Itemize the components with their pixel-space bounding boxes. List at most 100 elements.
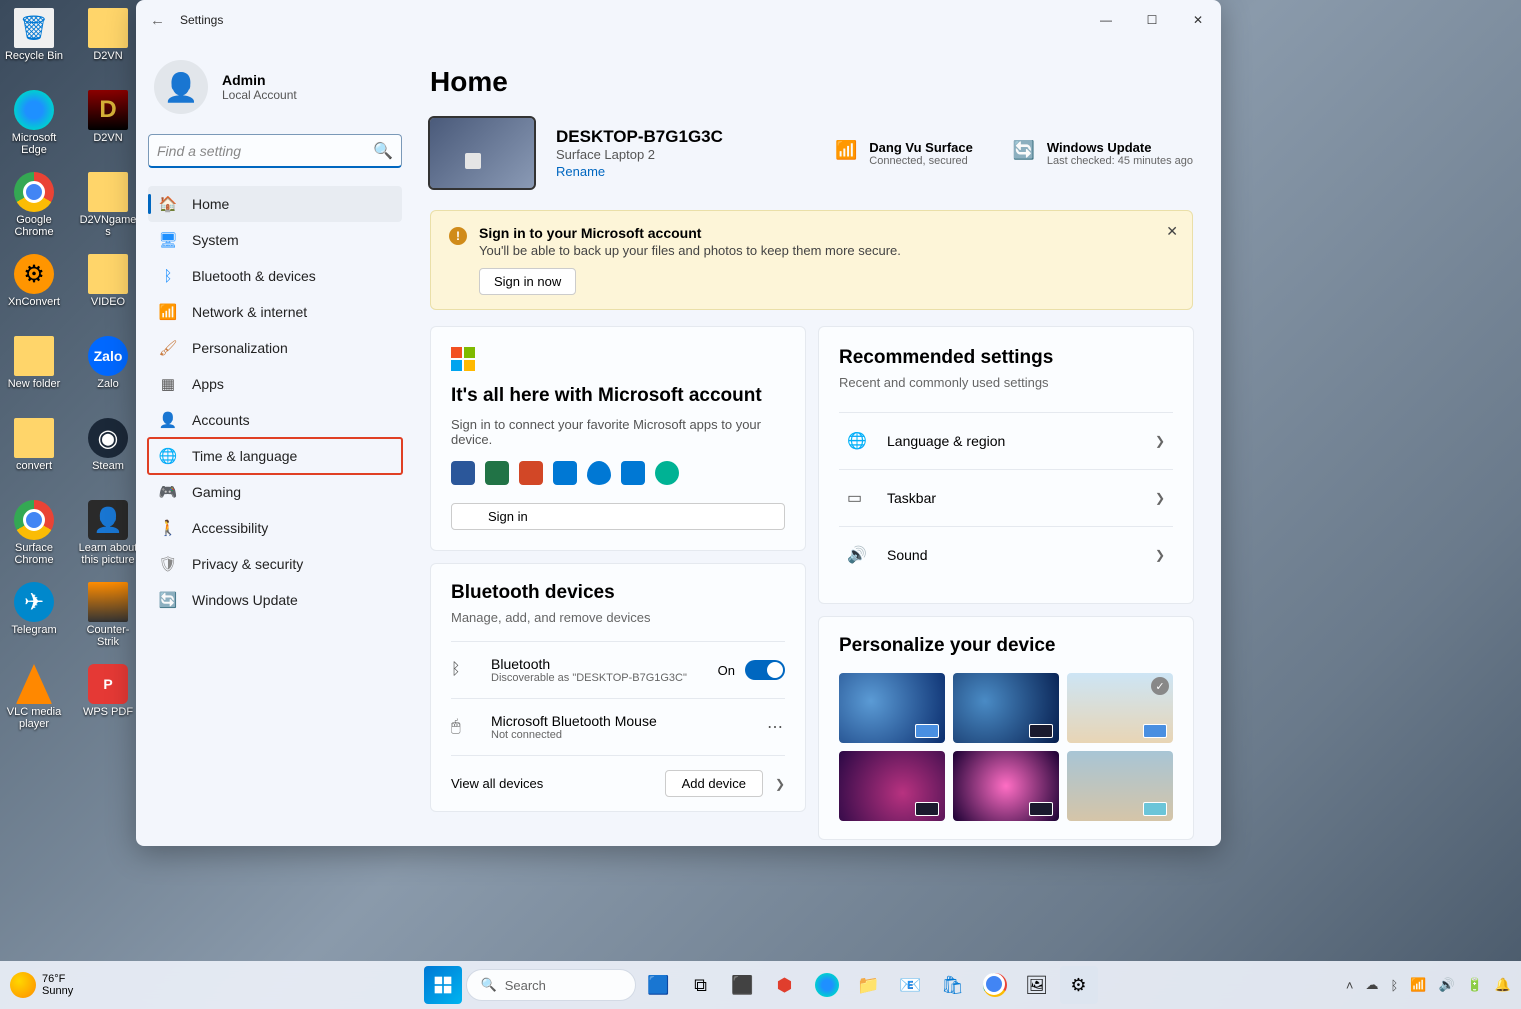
theme-option-4[interactable] <box>839 751 945 821</box>
update-status[interactable]: 🔄 Windows UpdateLast checked: 45 minutes… <box>1013 140 1193 167</box>
theme-option-1[interactable] <box>839 673 945 743</box>
folder-icon <box>14 336 54 376</box>
rec-item-language[interactable]: 🌐Language & region❯ <box>839 412 1173 469</box>
desktop-icon-newfolder[interactable]: New folder <box>0 332 68 414</box>
rename-link[interactable]: Rename <box>556 164 723 179</box>
desktop-icon-recycle-bin[interactable]: 🗑Recycle Bin <box>0 4 68 86</box>
tray-chevron-icon[interactable]: ˄ <box>1346 978 1354 993</box>
signin-button[interactable]: Sign in <box>451 503 785 530</box>
user-block[interactable]: 👤 Admin Local Account <box>148 50 402 134</box>
page-title: Home <box>430 66 1193 98</box>
theme-option-2[interactable] <box>953 673 1059 743</box>
edge-icon <box>815 973 839 997</box>
taskbar-app-chrome[interactable] <box>976 966 1014 1004</box>
tray-notification-icon[interactable]: 🔔 <box>1495 977 1511 993</box>
rec-item-sound[interactable]: 🔊Sound❯ <box>839 526 1173 583</box>
spotlight-icon: 👤 <box>88 500 128 540</box>
bt-footer: View all devices Add device ❯ <box>451 755 785 811</box>
rec-title: Recommended settings <box>839 347 1173 369</box>
bluetooth-icon: ᛒ <box>451 661 473 679</box>
nav-accessibility[interactable]: 🚶Accessibility <box>148 510 402 546</box>
nav-privacy[interactable]: 🛡Privacy & security <box>148 546 402 582</box>
search-box[interactable]: 🔍 <box>148 134 402 168</box>
tray-cloud-icon[interactable]: ☁ <box>1365 977 1378 993</box>
rec-item-taskbar[interactable]: ▭Taskbar❯ <box>839 469 1173 526</box>
taskbar-app-store[interactable]: 🛍 <box>934 966 972 1004</box>
desktop-icon-edge[interactable]: Microsoft Edge <box>0 86 68 168</box>
close-button[interactable]: ✕ <box>1175 4 1221 36</box>
add-device-button[interactable]: Add device <box>665 770 763 797</box>
chrome-icon <box>14 172 54 212</box>
nav-apps[interactable]: ▦Apps <box>148 366 402 402</box>
brush-icon: 🖌 <box>158 338 178 358</box>
theme-option-3[interactable]: ✓ <box>1067 673 1173 743</box>
theme-option-5[interactable] <box>953 751 1059 821</box>
accessibility-icon: 🚶 <box>158 518 178 538</box>
taskbar-app-office[interactable]: ⬢ <box>766 966 804 1004</box>
desktop-icon-surface-chrome[interactable]: Surface Chrome <box>0 496 68 578</box>
minimize-button[interactable]: — <box>1083 4 1129 36</box>
desktop-icon-telegram[interactable]: ✈Telegram <box>0 578 68 660</box>
taskview-icon[interactable]: ⧉ <box>682 966 720 1004</box>
nav-home[interactable]: 🏠Home <box>148 186 402 222</box>
desktop-icon-convert[interactable]: convert <box>0 414 68 496</box>
nav-gaming[interactable]: 🎮Gaming <box>148 474 402 510</box>
widgets-icon[interactable]: ⬛ <box>724 966 762 1004</box>
onedrive-icon <box>587 461 611 485</box>
nav-personalization[interactable]: 🖌Personalization <box>148 330 402 366</box>
copilot-icon[interactable]: 🟦 <box>640 966 678 1004</box>
nav-time-language[interactable]: 🌐Time & language <box>148 438 402 474</box>
tray-battery-icon[interactable]: 🔋 <box>1467 977 1483 993</box>
microsoft-account-card: It's all here with Microsoft account Sig… <box>430 326 806 551</box>
nav-windows-update[interactable]: 🔄Windows Update <box>148 582 402 618</box>
avatar-icon: 👤 <box>154 60 208 114</box>
nav-system[interactable]: 🖥System <box>148 222 402 258</box>
banner-close-button[interactable]: ✕ <box>1166 223 1178 240</box>
desktop-icon-xnconvert[interactable]: ⚙XnConvert <box>0 250 68 332</box>
taskbar-search[interactable]: 🔍Search <box>466 969 636 1001</box>
taskbar-app-outlook[interactable]: 📧 <box>892 966 930 1004</box>
taskbar-app-settings[interactable]: ⚙ <box>1060 966 1098 1004</box>
view-all-devices-link[interactable]: View all devices <box>451 776 543 791</box>
system-tray: ˄ ☁ ᛒ 📶 🔊 🔋 🔔 <box>1346 977 1511 993</box>
sound-icon: 🔊 <box>847 545 867 565</box>
desktop-icon-d2vngames[interactable]: D2VNgames <box>74 168 142 250</box>
desktop-icon-chrome[interactable]: Google Chrome <box>0 168 68 250</box>
desktop-icon-d2vn[interactable]: DD2VN <box>74 86 142 168</box>
weather-widget[interactable]: 76°FSunny <box>10 972 73 998</box>
excel-icon <box>485 461 509 485</box>
tray-volume-icon[interactable]: 🔊 <box>1438 977 1454 993</box>
tray-bluetooth-icon[interactable]: ᛒ <box>1390 978 1398 993</box>
taskbar-app-snip[interactable]: 🖼 <box>1018 966 1056 1004</box>
start-button[interactable] <box>424 966 462 1004</box>
desktop-icon-video[interactable]: VIDEO <box>74 250 142 332</box>
chevron-right-icon[interactable]: ❯ <box>775 777 785 791</box>
desktop-icon-cs[interactable]: Counter-Strik <box>74 578 142 660</box>
device-thumbnail[interactable] <box>430 118 534 188</box>
more-icon[interactable]: ⋯ <box>767 717 785 737</box>
desktop-icon-wps[interactable]: PWPS PDF <box>74 660 142 742</box>
language-icon: 🌐 <box>847 431 867 451</box>
wifi-status[interactable]: 📶 Dang Vu SurfaceConnected, secured <box>835 140 973 167</box>
nav-bluetooth[interactable]: ᛒBluetooth & devices <box>148 258 402 294</box>
maximize-button[interactable]: ☐ <box>1129 4 1175 36</box>
desktop-icon-learn-picture[interactable]: 👤Learn about this picture <box>74 496 142 578</box>
tray-wifi-icon[interactable]: 📶 <box>1410 977 1426 993</box>
taskbar-app-edge[interactable] <box>808 966 846 1004</box>
back-button[interactable]: ← <box>150 12 180 29</box>
desktop-icon-steam[interactable]: ◉Steam <box>74 414 142 496</box>
desktop-icon-zalo[interactable]: ZaloZalo <box>74 332 142 414</box>
desktop-icon-vlc[interactable]: VLC media player <box>0 660 68 742</box>
taskbar-app-explorer[interactable]: 📁 <box>850 966 888 1004</box>
nav-network[interactable]: 📶Network & internet <box>148 294 402 330</box>
desktop-icon-d2vn-folder[interactable]: D2VN <box>74 4 142 86</box>
bluetooth-toggle[interactable] <box>745 660 785 680</box>
pers-title: Personalize your device <box>839 635 1173 657</box>
steam-icon: ◉ <box>88 418 128 458</box>
nav-accounts[interactable]: 👤Accounts <box>148 402 402 438</box>
signin-now-button[interactable]: Sign in now <box>479 268 576 295</box>
update-icon: 🔄 <box>158 590 178 610</box>
bt-device-mouse[interactable]: 🖱 Microsoft Bluetooth MouseNot connected… <box>451 698 785 755</box>
theme-option-6[interactable] <box>1067 751 1173 821</box>
search-input[interactable] <box>157 143 373 159</box>
